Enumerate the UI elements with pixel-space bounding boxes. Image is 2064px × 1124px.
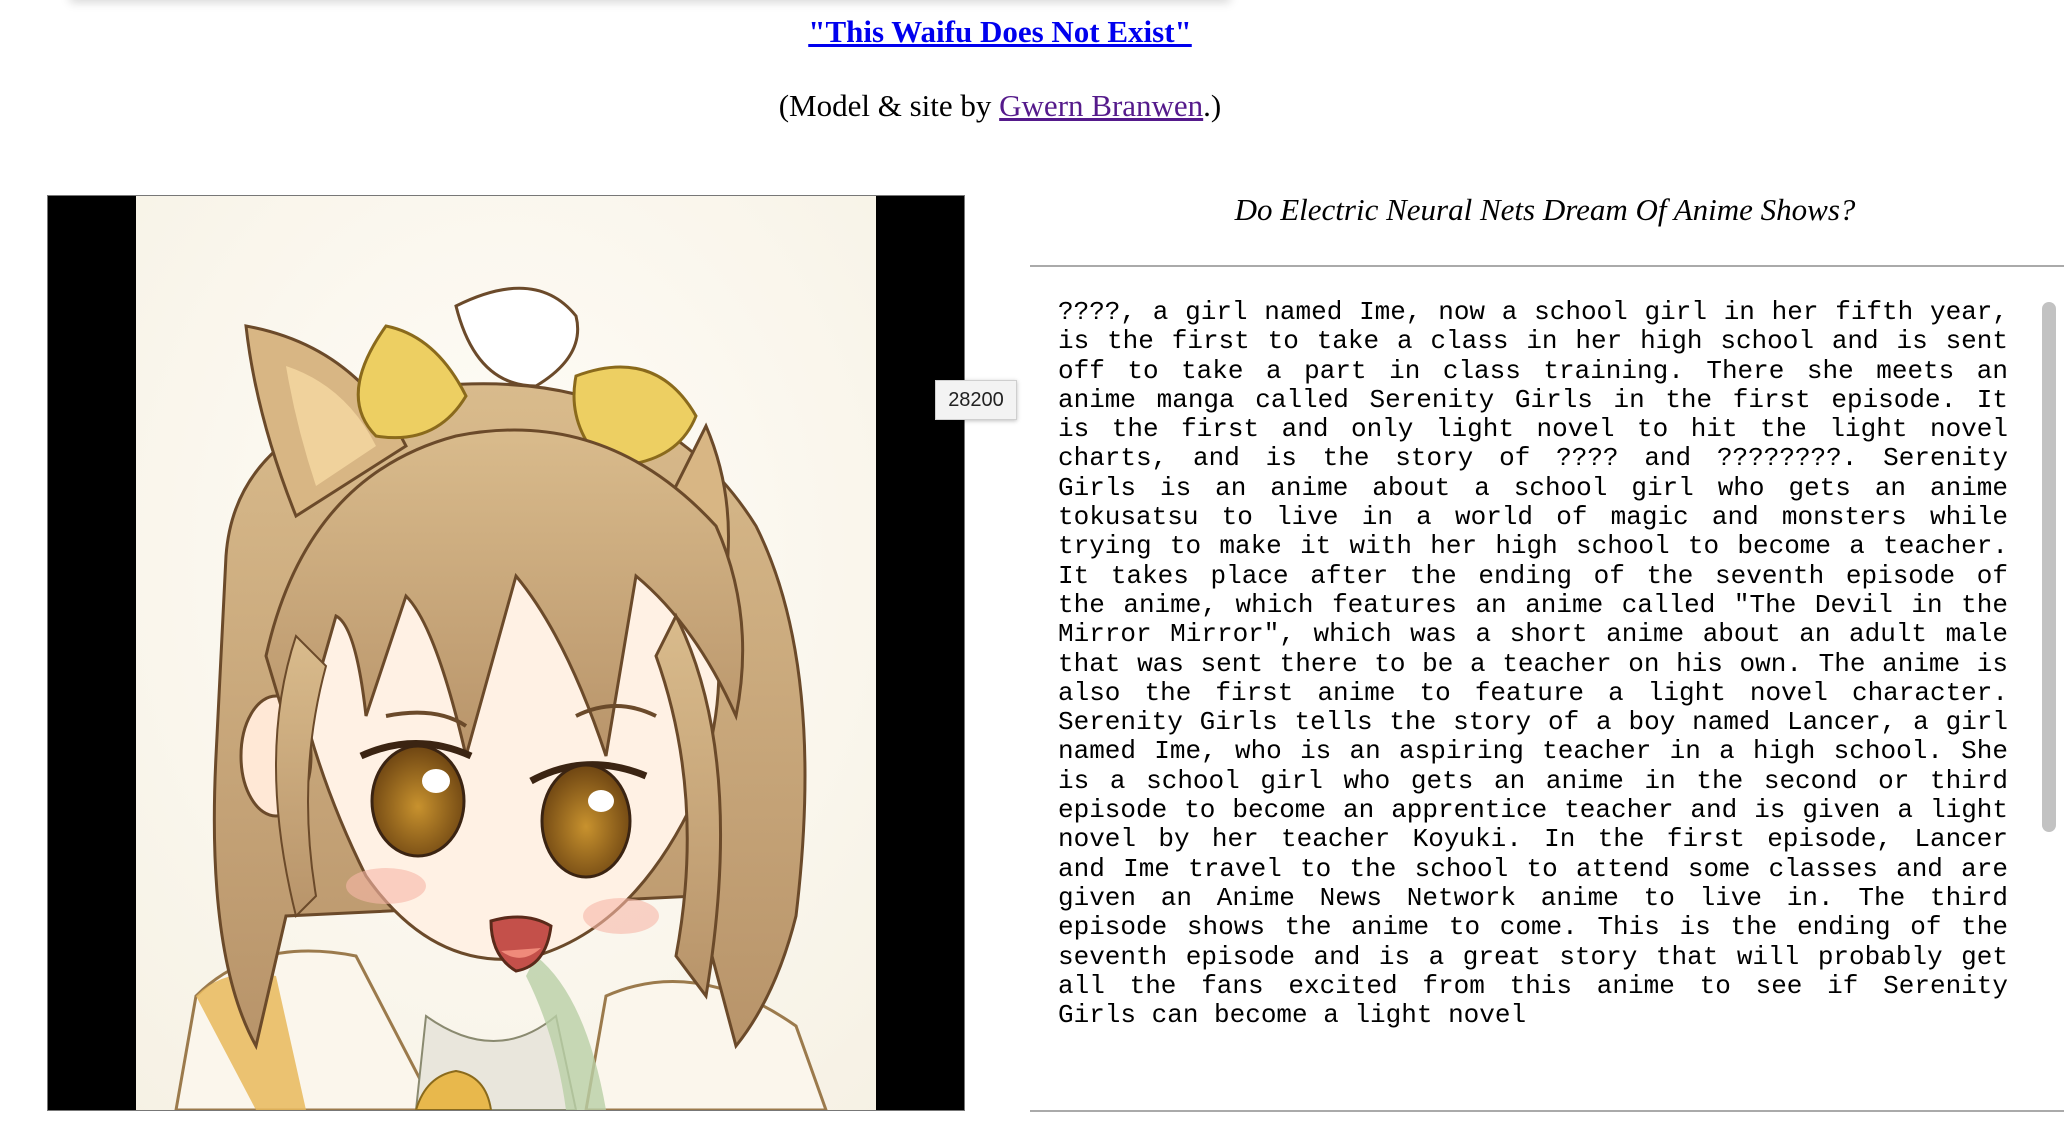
byline-suffix: .) (1203, 88, 1222, 123)
seed-tooltip: 28200 (935, 380, 1017, 420)
scrollbar-thumb[interactable] (2042, 302, 2056, 832)
story-divider-top (1030, 265, 2064, 267)
story-heading: Do Electric Neural Nets Dream Of Anime S… (1234, 192, 1856, 227)
story-text-container[interactable]: ????, a girl named Ime, now a school gir… (1058, 298, 2008, 1078)
story-divider-bottom (1030, 1110, 2064, 1112)
page-title: "This Waifu Does Not Exist" (0, 14, 2000, 50)
author-link[interactable]: Gwern Branwen (999, 88, 1203, 123)
waifu-image-frame[interactable] (47, 195, 965, 1111)
story-scrollbar[interactable] (2042, 300, 2056, 1070)
anime-girl-illustration (136, 196, 876, 1110)
byline-prefix: (Model & site by (778, 88, 1000, 123)
title-link[interactable]: "This Waifu Does Not Exist" (808, 14, 1192, 49)
story-text: ????, a girl named Ime, now a school gir… (1058, 298, 2008, 1031)
waifu-portrait[interactable] (136, 196, 876, 1110)
byline: (Model & site by Gwern Branwen.) (0, 88, 2000, 124)
